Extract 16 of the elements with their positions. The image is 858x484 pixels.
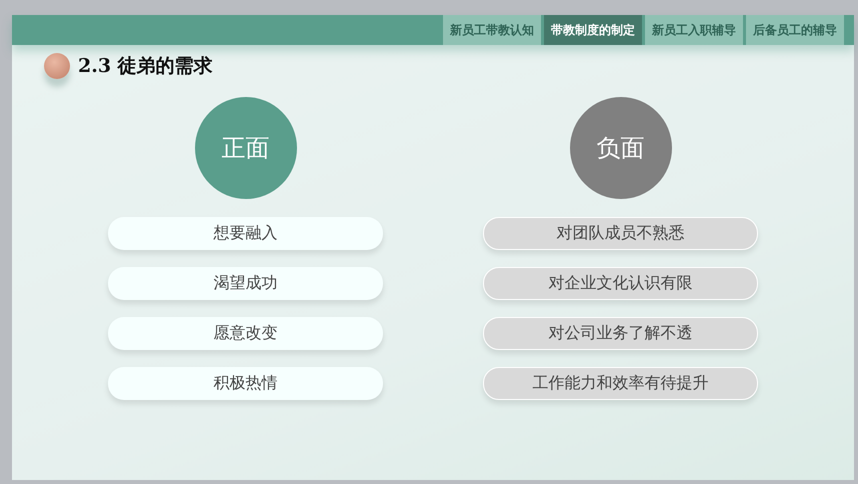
heading-circle: 负面 <box>570 97 672 199</box>
item-pill: 对团队成员不熟悉 <box>483 217 758 250</box>
nav-tab[interactable]: 新员工带教认知 <box>443 15 541 45</box>
item-pill: 愿意改变 <box>108 317 383 350</box>
nav-tab[interactable]: 新员工入职辅导 <box>645 15 743 45</box>
item-pill: 积极热情 <box>108 367 383 400</box>
item-pill: 渴望成功 <box>108 267 383 300</box>
item-pill: 工作能力和效率有待提升 <box>483 367 758 400</box>
heading-circle: 正面 <box>194 97 296 199</box>
slide-title: 2.3 徒弟的需求 <box>78 54 213 79</box>
nav-tab[interactable]: 带教制度的制定 <box>544 15 642 45</box>
nav-tab[interactable]: 后备员工的辅导 <box>746 15 844 45</box>
item-pill: 对公司业务了解不透 <box>483 317 758 350</box>
ball-icon <box>44 53 70 79</box>
item-pill: 对企业文化认识有限 <box>483 267 758 300</box>
item-pill: 想要融入 <box>108 217 383 250</box>
